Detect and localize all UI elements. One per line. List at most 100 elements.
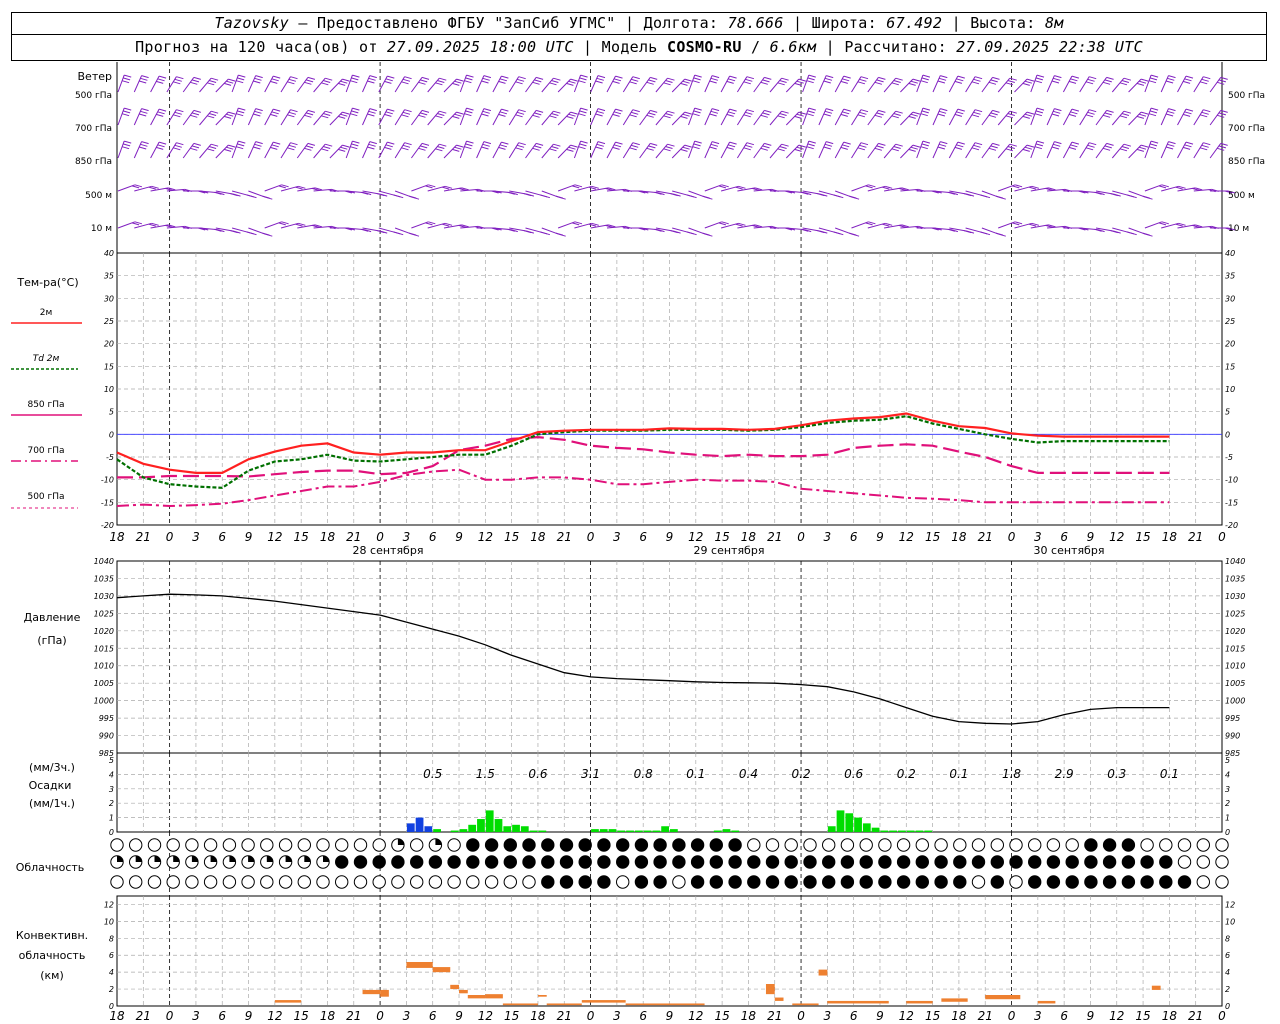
wind-barb-feather bbox=[338, 115, 346, 119]
wind-barb-feather bbox=[1085, 81, 1094, 85]
wind-barb-feather bbox=[1024, 113, 1033, 117]
wind-barb-feather bbox=[158, 75, 167, 79]
conv-tick-label: 12 bbox=[104, 900, 114, 909]
wind-barb-feather bbox=[1185, 75, 1194, 79]
wind-barb-feather bbox=[940, 108, 948, 112]
time-tick-label: 12 bbox=[899, 530, 914, 544]
wind-barb-feather bbox=[325, 143, 333, 147]
cloud-upper-circle bbox=[297, 838, 311, 852]
cloud-upper-circle bbox=[447, 838, 461, 852]
cloud-lower-circle bbox=[690, 875, 705, 889]
time-tick-label: 15 bbox=[714, 1009, 729, 1023]
cloud-upper-circle bbox=[203, 838, 218, 852]
cloud-lower-circle bbox=[859, 875, 873, 889]
cloud-middle-circle bbox=[391, 855, 405, 869]
cloud-middle-circle bbox=[822, 855, 836, 869]
precip-tick-label-right: 5 bbox=[1225, 756, 1230, 765]
time-tick-label: 21 bbox=[767, 1009, 782, 1023]
wind-barb-feather bbox=[629, 114, 637, 118]
precip-3h-total: 0.1 bbox=[949, 767, 968, 781]
wind-barb-feather bbox=[667, 110, 675, 114]
wind-barb-feather bbox=[305, 145, 314, 149]
wind-barb-feather bbox=[1167, 110, 1175, 114]
wind-barb-feather bbox=[323, 80, 331, 83]
wind-barb-feather bbox=[910, 113, 918, 117]
wind-barb-feather bbox=[228, 111, 236, 115]
precip-tick-label: 4 bbox=[109, 770, 114, 779]
wind-barb-feather bbox=[226, 113, 234, 117]
wind-barb-feather bbox=[532, 147, 540, 151]
wind-barb-feather bbox=[860, 76, 869, 80]
time-tick-label: 0 bbox=[166, 530, 174, 544]
wind-barb-feather bbox=[420, 79, 428, 83]
precip-tick-label: 0 bbox=[109, 828, 114, 837]
wind-barb-feather bbox=[321, 148, 329, 152]
wind-barb-feather bbox=[692, 146, 700, 150]
conv-cloud-bar bbox=[765, 984, 775, 995]
wind-barb-feather bbox=[1184, 144, 1192, 148]
cloud-lower-circle bbox=[222, 875, 237, 889]
conv-cloud-bar bbox=[450, 984, 460, 990]
wind-barb-feather bbox=[228, 144, 236, 148]
wind-barb-feather bbox=[483, 108, 492, 112]
wind-barb-feather bbox=[287, 81, 295, 85]
wind-barb-feather bbox=[158, 108, 167, 112]
precip-3h-total: 0.2 bbox=[792, 767, 811, 781]
wind-barb-feather bbox=[1104, 79, 1112, 83]
time-tick-label: 21 bbox=[136, 530, 151, 544]
wind-barb-feather bbox=[226, 80, 234, 84]
cloud-lower-circle bbox=[110, 875, 124, 889]
wind-barb-feather bbox=[859, 78, 867, 82]
wind-barb-feather bbox=[746, 109, 755, 113]
wind-barb-feather bbox=[693, 77, 701, 81]
wind-barb-feather bbox=[124, 140, 132, 144]
wind-barb-feather bbox=[270, 80, 278, 84]
wind-barb-feather bbox=[254, 143, 262, 147]
cloud-lower-circle bbox=[934, 875, 948, 889]
wind-barb-feather bbox=[922, 140, 931, 144]
precip-bar bbox=[415, 817, 424, 832]
wind-barb-feather bbox=[597, 108, 606, 112]
wind-barb-feather bbox=[384, 113, 392, 117]
wind-barb-feather bbox=[908, 148, 916, 152]
cloud-upper-circle bbox=[335, 838, 349, 852]
wind-barb-feather bbox=[157, 144, 165, 148]
time-tick-label: 18 bbox=[741, 1009, 757, 1023]
cloud-upper-circle bbox=[372, 838, 386, 852]
wind-barb-feather bbox=[210, 110, 219, 114]
wind-barb-feather bbox=[340, 146, 348, 150]
wind-barb-feather bbox=[1009, 77, 1017, 81]
temp-tick-label-right: 30 bbox=[1225, 294, 1235, 303]
wind-barb-feather bbox=[435, 148, 443, 152]
wind-barb-feather bbox=[777, 148, 785, 152]
wind-barb-feather bbox=[518, 142, 526, 146]
time-tick-label: 6 bbox=[639, 530, 647, 544]
wind-barb-feather bbox=[1203, 142, 1211, 146]
wind-barb-feather bbox=[667, 77, 675, 81]
wind-barb-feather bbox=[404, 76, 412, 80]
wind-barb-feather bbox=[798, 111, 806, 115]
precip-3h-total: 1.8 bbox=[1002, 767, 1021, 781]
wind-barb-feather bbox=[1201, 111, 1209, 115]
wind-barb-feather bbox=[1036, 74, 1045, 78]
wind-barb-feather bbox=[141, 108, 149, 112]
cloud-upper-circle bbox=[653, 838, 667, 852]
conv-title-2: облачность bbox=[19, 949, 86, 962]
wind-barb-feather bbox=[352, 74, 360, 78]
wind-barb-feather bbox=[236, 113, 244, 117]
conv-cloud-bar bbox=[502, 1003, 538, 1006]
wind-barb-feather bbox=[922, 74, 931, 78]
precip-bar bbox=[626, 830, 634, 832]
wind-barb-feather bbox=[650, 109, 658, 113]
wind-barb-feather bbox=[727, 144, 736, 148]
time-tick-label: 6 bbox=[429, 530, 437, 544]
precip-unit-3h: (мм/3ч.) bbox=[29, 761, 75, 774]
wind-barb-feather bbox=[595, 146, 603, 150]
wind-barb-feather bbox=[1149, 143, 1158, 147]
wind-barb-feather bbox=[207, 82, 215, 86]
cloud-lower-circle bbox=[1009, 875, 1023, 889]
time-tick-label: 18 bbox=[951, 1009, 967, 1023]
wind-barb-feather bbox=[808, 74, 816, 78]
precip-bar bbox=[670, 829, 678, 832]
precip-3h-total: 0.6 bbox=[528, 767, 547, 781]
